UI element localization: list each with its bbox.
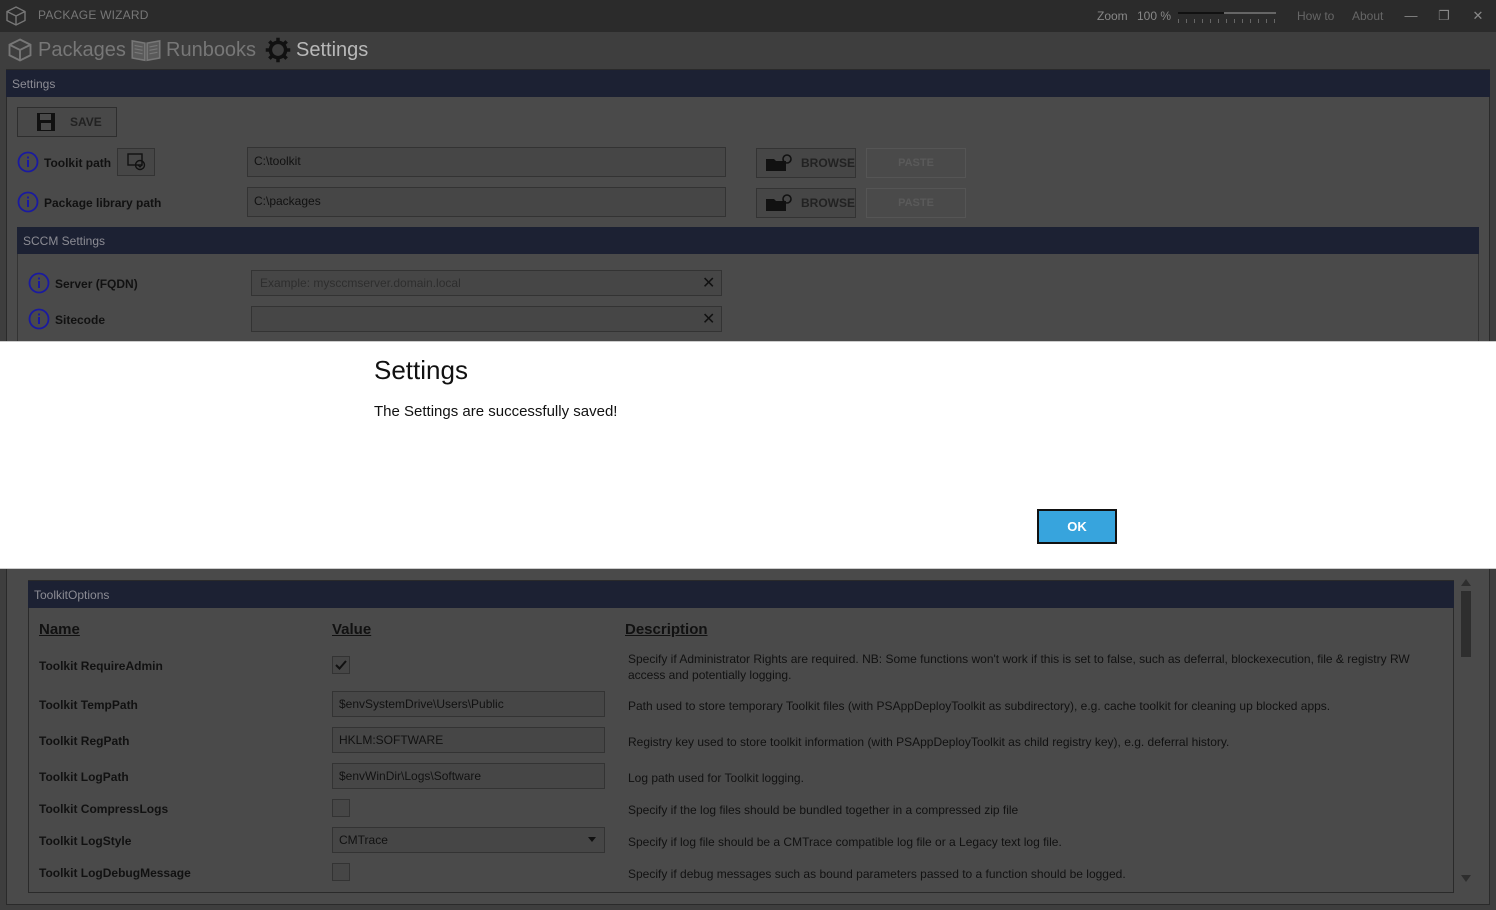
toolkit-paste-button[interactable]: PASTE [866,148,966,178]
sitecode-input[interactable] [251,306,722,332]
save-button[interactable]: SAVE [17,107,117,137]
option-name: Toolkit CompressLogs [39,802,169,816]
minimize-button[interactable]: — [1401,6,1421,26]
close-window-button[interactable]: ✕ [1468,6,1488,26]
server-fqdn-input[interactable]: Example: mysccmserver.domain.local [251,270,722,296]
browse-label: BROWSE [801,196,855,210]
log-style-select[interactable]: CMTrace [332,827,605,853]
package-browse-button[interactable]: BROWSE [756,188,856,218]
zoom-tick [1210,19,1211,23]
clear-icon[interactable]: ✕ [702,309,715,329]
reg-path-input[interactable]: HKLM:SOFTWARE [332,727,605,753]
gear-icon [265,37,291,63]
about-link[interactable]: About [1352,9,1383,23]
zoom-tick [1186,19,1187,23]
toolkit-options-header: ToolkitOptions [28,581,1454,608]
zoom-value: 100 % [1137,9,1172,23]
toolkit-path-input[interactable]: C:\toolkit [247,147,726,177]
option-description: Specify if Administrator Rights are requ… [628,652,1410,682]
log-style-value: CMTrace [339,833,388,847]
book-icon [131,39,161,62]
option-name: Toolkit RequireAdmin [39,659,163,673]
option-name: Toolkit TempPath [39,698,138,712]
zoom-slider-fill [1178,12,1224,14]
package-library-path-label: Package library path [44,196,162,210]
toolkit-download-button[interactable] [117,148,155,176]
package-icon [8,38,32,62]
dialog-message: The Settings are successfully saved! [374,403,618,420]
column-header-value: Value [332,621,372,638]
column-header-description: Description [625,621,708,638]
info-icon[interactable] [28,308,50,330]
tab-label: Runbooks [166,38,257,61]
tab-label: Settings [296,38,369,61]
option-name: Toolkit LogPath [39,770,129,784]
zoom-tick [1178,19,1179,23]
option-description: Specify if debug messages such as bound … [628,867,1126,881]
app-logo-cube-icon [6,6,26,26]
tab-label: Packages [38,38,126,61]
sccm-settings-header: SCCM Settings [17,227,1479,254]
option-description: Specify if the log files should be bundl… [628,803,1019,817]
tab-packages[interactable]: Packages [6,34,126,66]
option-name: Toolkit LogDebugMessage [39,866,191,880]
info-icon[interactable] [17,151,39,173]
clear-icon[interactable]: ✕ [702,273,715,293]
tab-runbooks[interactable]: Runbooks [130,34,256,66]
zoom-label: Zoom [1097,9,1128,23]
zoom-tick [1234,19,1235,23]
maximize-button[interactable]: ❐ [1434,6,1454,26]
save-label: SAVE [70,115,102,129]
ok-button[interactable]: OK [1037,509,1117,544]
option-name: Toolkit LogStyle [39,834,132,848]
zoom-tick [1274,19,1275,23]
compress-logs-checkbox[interactable] [332,799,350,817]
info-icon[interactable] [28,272,50,294]
nav-bar: Packages Runbooks Settings [0,32,1496,68]
dialog-title: Settings [374,355,468,385]
zoom-tick [1194,19,1195,23]
package-library-path-input[interactable]: C:\packages [247,187,726,217]
info-icon[interactable] [17,191,39,213]
log-debug-message-checkbox[interactable] [332,863,350,881]
zoom-tick [1218,19,1219,23]
message-dialog [0,341,1496,569]
server-fqdn-label: Server (FQDN) [55,277,138,291]
zoom-tick [1242,19,1243,23]
tab-settings[interactable]: Settings [264,34,368,66]
download-refresh-icon [127,153,146,171]
package-paste-button[interactable]: PASTE [866,188,966,218]
zoom-tick [1226,19,1227,23]
checkmark-icon [335,660,347,670]
column-header-name: Name [39,621,80,638]
toolkit-browse-button[interactable]: BROWSE [756,148,856,178]
option-description: Specify if log file should be a CMTrace … [628,835,1062,849]
floppy-disk-icon [37,113,55,131]
scrollbar-thumb[interactable] [1461,591,1471,657]
settings-header: Settings [6,70,1490,97]
scroll-up-arrow-icon[interactable] [1461,579,1471,587]
log-path-input[interactable]: $envWinDir\Logs\Software [332,763,605,789]
require-admin-checkbox[interactable] [332,656,350,674]
scroll-down-arrow-icon[interactable] [1461,875,1471,883]
browse-label: BROWSE [801,156,855,170]
folder-search-icon [766,154,792,171]
option-description: Registry key used to store toolkit infor… [628,735,1230,749]
zoom-tick [1258,19,1259,23]
sitecode-label: Sitecode [55,313,106,327]
option-description: Path used to store temporary Toolkit fil… [628,699,1331,713]
option-name: Toolkit RegPath [39,734,130,748]
folder-search-icon [766,194,792,211]
chevron-down-icon [588,837,596,842]
zoom-tick [1202,19,1203,23]
zoom-tick [1266,19,1267,23]
temp-path-input[interactable]: $envSystemDrive\Users\Public [332,691,605,717]
toolkit-path-label: Toolkit path [44,156,112,170]
how-to-link[interactable]: How to [1297,9,1334,23]
app-title: PACKAGE WIZARD [38,8,149,22]
option-description: Log path used for Toolkit logging. [628,771,804,785]
zoom-slider[interactable] [1178,10,1276,24]
options-scrollbar[interactable] [1459,577,1473,889]
zoom-tick [1250,19,1251,23]
